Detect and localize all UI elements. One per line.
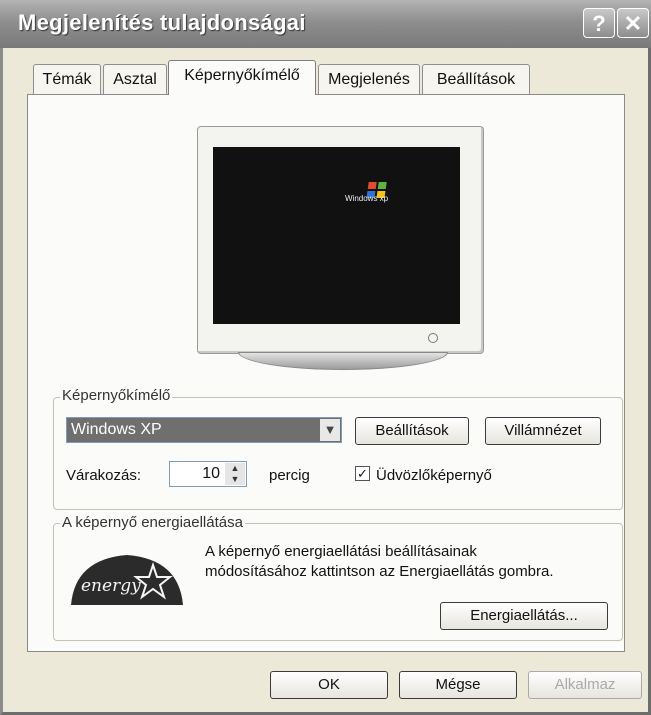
window-title: Megjelenítés tulajdonságai (18, 10, 306, 35)
screensaver-select[interactable]: Windows XP ▼ (66, 417, 342, 443)
wait-minutes-stepper[interactable]: 10 ▲ ▼ (169, 461, 247, 487)
help-button[interactable]: ? (583, 8, 615, 38)
welcome-screen-checkbox[interactable]: ✓ (355, 466, 370, 481)
tab-megjelenes[interactable]: Megjelenés (318, 64, 420, 94)
power-settings-button[interactable]: Energiaellátás... (440, 602, 608, 630)
screensaver-select-value: Windows XP (71, 421, 162, 438)
energy-description-line1: A képernyő energiaellátási beállításaina… (205, 543, 477, 560)
energy-description-line2: módosításához kattintson az Energiaellát… (205, 563, 554, 580)
screensaver-group-label: Képernyőkímélő (60, 387, 173, 404)
screensaver-group (53, 397, 623, 510)
apply-button[interactable]: Alkalmaz (528, 671, 642, 699)
tab-beallitasok[interactable]: Beállítások (422, 64, 530, 94)
screensaver-preview-screen (213, 147, 460, 324)
tab-temak[interactable]: Témák (33, 64, 101, 94)
chevron-down-icon[interactable]: ▼ (320, 419, 340, 441)
ok-button[interactable]: OK (270, 671, 388, 699)
cancel-button[interactable]: Mégse (399, 671, 517, 699)
tab-asztal[interactable]: Asztal (103, 64, 167, 94)
energy-logo-text: energy (81, 576, 141, 596)
tab-kepernyokimelo[interactable]: Képernyőkímélő (168, 60, 316, 95)
wait-unit-label: percig (269, 467, 310, 484)
close-button[interactable]: ✕ (617, 8, 649, 38)
preview-logo-text: Windows xp (345, 194, 389, 203)
energy-description: A képernyő energiaellátási beállításaina… (205, 542, 554, 582)
energy-group-label: A képernyő energiaellátása (60, 514, 245, 531)
title-bar[interactable]: Megjelenítés tulajdonságai ? ✕ (0, 0, 651, 48)
preview-button[interactable]: Villámnézet (485, 417, 601, 445)
settings-button[interactable]: Beállítások (355, 417, 469, 445)
wait-label: Várakozás: (66, 467, 142, 484)
wait-minutes-value[interactable]: 10 (202, 465, 220, 483)
spin-arrows-icon[interactable]: ▲ ▼ (225, 463, 245, 485)
welcome-screen-label[interactable]: Üdvözlőképernyő (376, 467, 492, 484)
energy-star-logo-icon: energy (71, 555, 183, 605)
monitor-power-led (428, 333, 438, 343)
